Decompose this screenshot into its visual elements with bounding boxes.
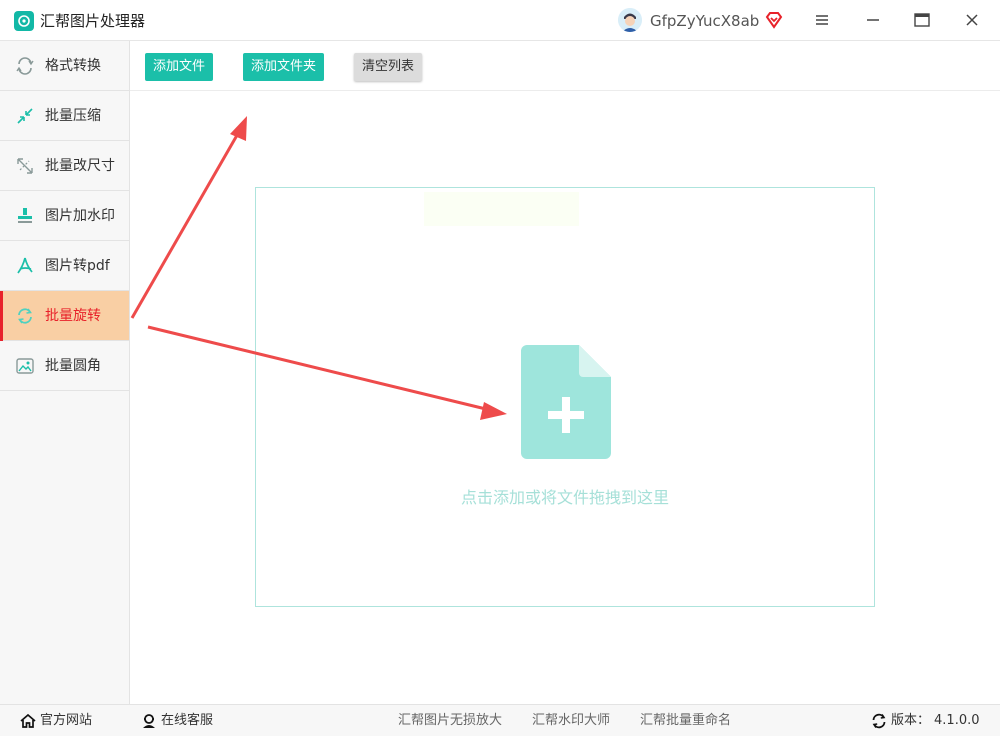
rotate-icon <box>18 308 32 324</box>
username[interactable]: GfpZyYucX8ab <box>650 11 759 31</box>
sidebar-item-pdf[interactable]: 图片转pdf <box>0 241 129 291</box>
sidebar-item-label: 批量圆角 <box>45 358 101 374</box>
home-icon <box>20 713 36 728</box>
sidebar-item-label: 批量压缩 <box>45 108 101 124</box>
menu-icon[interactable] <box>811 9 833 31</box>
app-logo-icon <box>14 11 34 31</box>
vip-diamond-icon[interactable] <box>764 10 784 34</box>
watermark-icon <box>18 208 32 223</box>
clear-list-button[interactable]: 清空列表 <box>354 53 423 81</box>
official-website-link[interactable]: 官方网站 <box>20 712 92 730</box>
toolbar: 添加文件 添加文件夹 清空列表 <box>130 41 1000 91</box>
footer: 官方网站 在线客服 汇帮图片无损放大 汇帮水印大师 汇帮批量重命名 版本： 4.1… <box>0 704 1000 736</box>
sidebar-item-label: 图片转pdf <box>45 258 110 274</box>
sidebar-item-label: 图片加水印 <box>45 208 115 224</box>
file-drop-zone[interactable]: 点击添加或将文件拖拽到这里 <box>255 187 875 607</box>
version-number: 4.1.0.0 <box>934 713 980 728</box>
sidebar-item-compress[interactable]: 批量压缩 <box>0 91 129 141</box>
footer-link-watermark[interactable]: 汇帮水印大师 <box>532 712 610 730</box>
faint-overlay <box>424 192 579 226</box>
pdf-icon <box>17 257 33 274</box>
sidebar-item-format-convert[interactable]: 格式转换 <box>0 41 129 91</box>
drop-hint-text: 点击添加或将文件拖拽到这里 <box>460 488 669 507</box>
close-icon[interactable] <box>961 9 983 31</box>
sidebar-item-watermark[interactable]: 图片加水印 <box>0 191 129 241</box>
sidebar-item-round-corner[interactable]: 批量圆角 <box>0 341 129 391</box>
official-website-label: 官方网站 <box>40 713 93 728</box>
refresh-icon <box>872 713 886 729</box>
version-info[interactable]: 版本： 4.1.0.0 <box>871 712 980 730</box>
format-convert-icon <box>16 57 34 75</box>
sidebar-item-label: 批量改尺寸 <box>45 158 115 174</box>
online-support-link[interactable]: 在线客服 <box>141 712 213 730</box>
online-support-label: 在线客服 <box>161 713 214 728</box>
sidebar-item-rotate[interactable]: 批量旋转 <box>0 291 129 341</box>
add-folder-button[interactable]: 添加文件夹 <box>243 53 325 81</box>
sidebar: 格式转换 批量压缩 批量改尺寸 图片加水印 图片转pdf 批量旋转 批量圆角 <box>0 41 130 704</box>
footer-link-enlarge[interactable]: 汇帮图片无损放大 <box>398 712 502 730</box>
sidebar-item-label: 格式转换 <box>45 58 101 74</box>
compress-icon <box>17 108 33 124</box>
minimize-icon[interactable] <box>862 9 884 31</box>
resize-icon <box>17 158 33 174</box>
app-title: 汇帮图片处理器 <box>40 12 146 30</box>
footer-link-rename[interactable]: 汇帮批量重命名 <box>640 712 731 730</box>
add-file-button[interactable]: 添加文件 <box>145 53 214 81</box>
version-label: 版本： <box>891 713 931 728</box>
add-file-icon[interactable] <box>521 345 611 459</box>
round-corner-icon <box>16 358 34 374</box>
maximize-icon[interactable] <box>911 9 933 31</box>
sidebar-item-resize[interactable]: 批量改尺寸 <box>0 141 129 191</box>
avatar[interactable] <box>618 8 642 32</box>
support-icon <box>143 714 155 728</box>
sidebar-item-label: 批量旋转 <box>45 308 101 324</box>
title-bar: 汇帮图片处理器 GfpZyYucX8ab <box>0 0 1000 41</box>
